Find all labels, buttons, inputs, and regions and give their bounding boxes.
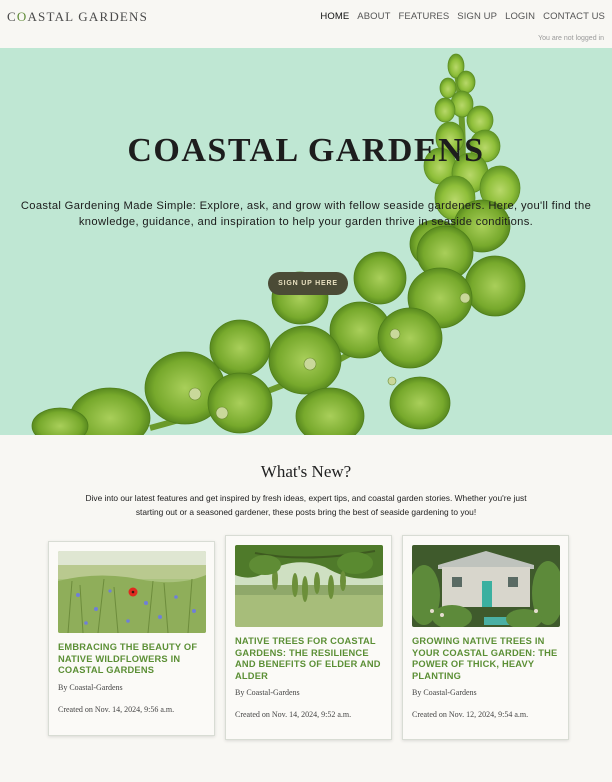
post-title[interactable]: NATIVE TREES FOR COASTAL GARDENS: THE RE…: [235, 636, 387, 682]
post-card-native-trees-elder-alder[interactable]: NATIVE TREES FOR COASTAL GARDENS: THE RE…: [225, 535, 392, 740]
sign-up-here-button[interactable]: SIGN UP HERE: [268, 272, 348, 295]
post-thumbnail-wildflower-meadow[interactable]: [58, 551, 206, 633]
post-card-wildflowers[interactable]: EMBRACING THE BEAUTY OF NATIVE WILDFLOWE…: [48, 541, 215, 736]
post-author: By Coastal-Gardens: [412, 688, 477, 697]
post-author: By Coastal-Gardens: [235, 688, 300, 697]
whats-new-title: What's New?: [260, 462, 352, 481]
site-logo[interactable]: COASTAL GARDENS: [7, 9, 148, 25]
post-title[interactable]: EMBRACING THE BEAUTY OF NATIVE WILDFLOWE…: [58, 642, 208, 677]
hero-description: Coastal Gardening Made Simple: Explore, …: [20, 200, 592, 228]
post-created-date: Created on Nov. 14, 2024, 9:52 a.m.: [235, 710, 352, 719]
hero-title: COASTAL GARDENS: [127, 132, 485, 169]
post-title[interactable]: GROWING NATIVE TREES IN YOUR COASTAL GAR…: [412, 636, 564, 682]
post-card-thick-heavy-planting[interactable]: GROWING NATIVE TREES IN YOUR COASTAL GAR…: [402, 535, 569, 740]
top-nav: COASTAL GARDENS HOME ABOUT FEATURES SIGN…: [0, 0, 612, 48]
logo-text-rest: ASTAL GARDENS: [27, 9, 149, 24]
nav-features[interactable]: FEATURES: [399, 11, 450, 22]
post-created-date: Created on Nov. 12, 2024, 9:54 a.m.: [412, 710, 529, 719]
nav-sign-up[interactable]: SIGN UP: [457, 11, 497, 22]
hero-banner: COASTAL GARDENS Coastal Gardening Made S…: [0, 48, 612, 435]
bells-of-ireland-plant-image: [31, 53, 526, 435]
logo-letter-o: O: [16, 9, 28, 24]
whats-new-description: Dive into our latest features and get in…: [85, 493, 527, 517]
login-status: You are not logged in: [538, 35, 604, 42]
post-thumbnail-alder-catkins[interactable]: [235, 545, 383, 627]
nav-about[interactable]: ABOUT: [357, 11, 390, 22]
post-thumbnail-cottage-garden[interactable]: [412, 545, 560, 627]
main-menu: HOME ABOUT FEATURES SIGN UP LOGIN CONTAC…: [320, 11, 605, 22]
logo-letter-c: C: [7, 9, 17, 24]
nav-contact-us[interactable]: CONTACT US: [543, 11, 605, 22]
nav-home[interactable]: HOME: [320, 11, 349, 22]
post-created-date: Created on Nov. 14, 2024, 9:56 a.m.: [58, 705, 175, 714]
post-author: By Coastal-Gardens: [58, 683, 123, 692]
nav-login[interactable]: LOGIN: [505, 11, 535, 22]
